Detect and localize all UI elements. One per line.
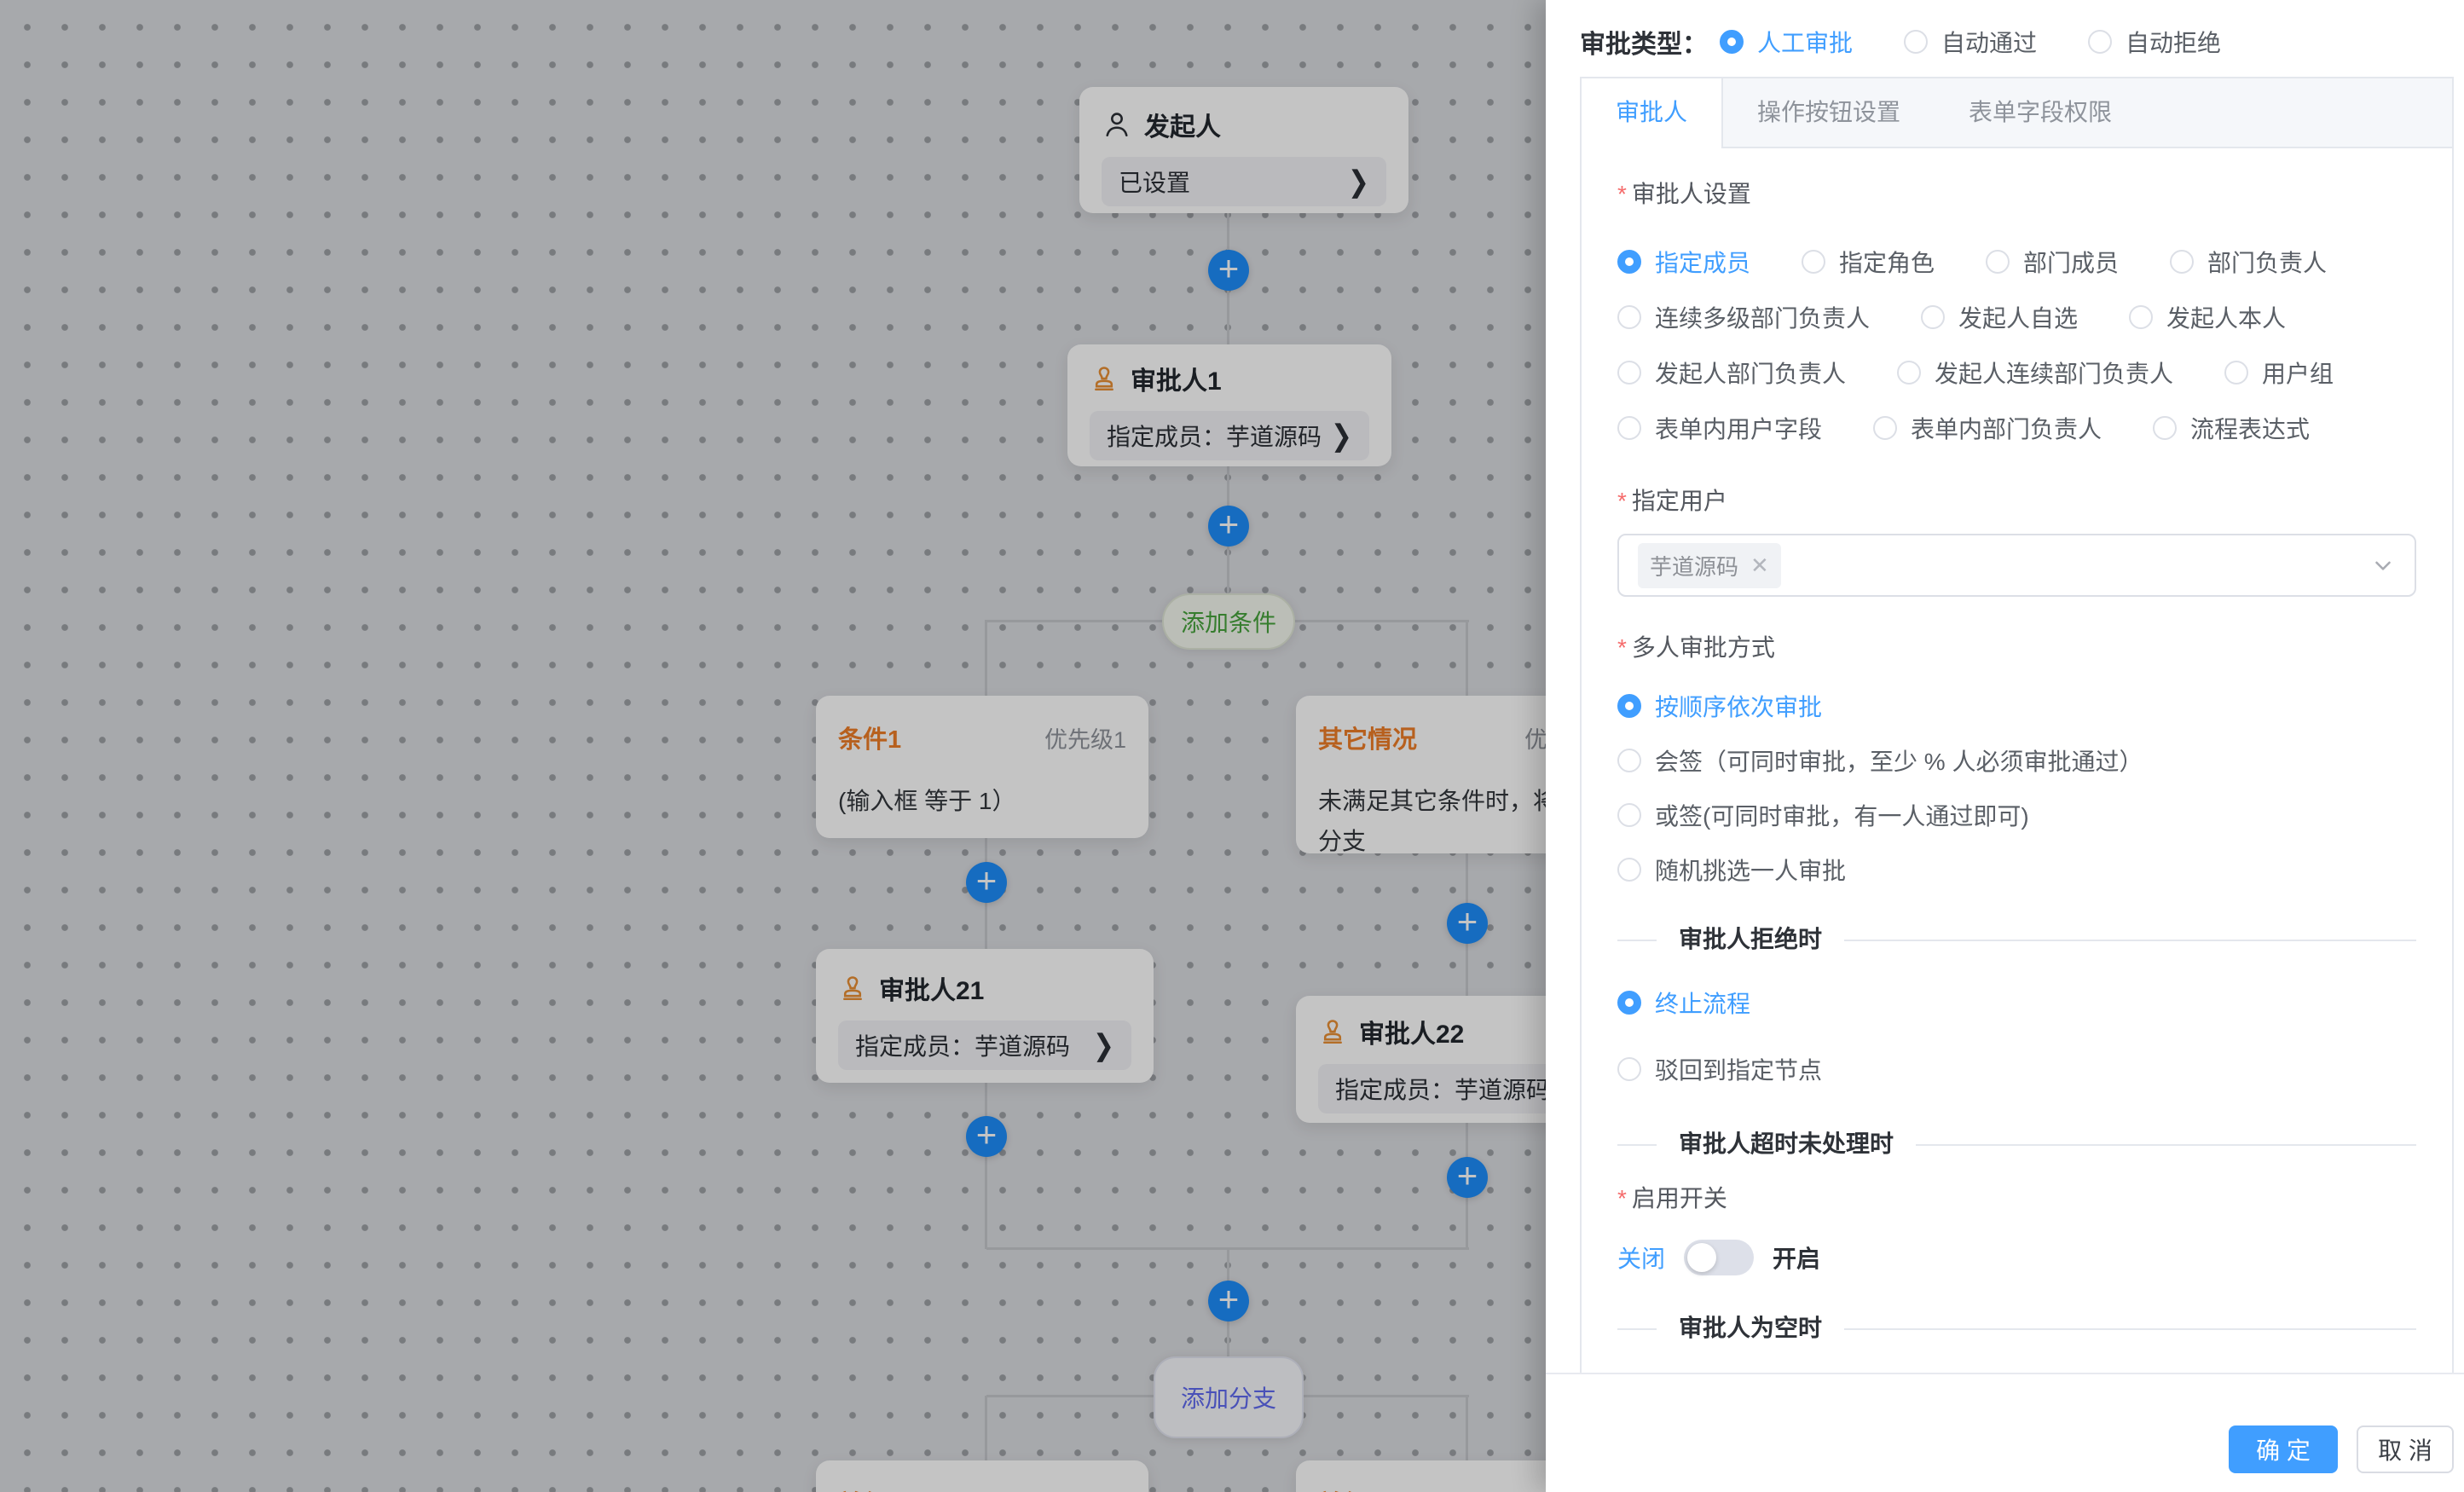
timeout-section-title: 审批人超时未处理时 [1657,1127,1916,1161]
radio-initiator-self[interactable]: 发起人本人 [2129,289,2286,344]
radio-circle-icon [1617,1057,1641,1081]
approver-setting-options: 指定成员 指定角色 部门成员 部门负责人 连续多级部门负责人 发起人自选 发起人… [1617,234,2416,455]
radio-circle-icon [1897,361,1921,385]
cancel-button[interactable]: 取 消 [2357,1425,2454,1473]
approve-type-row: 审批类型： 人工审批 自动通过 自动拒绝 [1580,14,2454,70]
assign-user-label: *指定用户 [1617,484,2416,518]
radio-circle-icon [1720,30,1744,54]
approver-setting-label: *审批人设置 [1617,177,2416,211]
radio-circle-icon [1986,250,2010,274]
radio-circle-icon [1802,250,1825,274]
approve-type-label: 审批类型： [1580,23,1708,61]
assign-user-select[interactable]: 芋道源码 ✕ [1617,534,2416,597]
switch-off-label: 关闭 [1617,1240,1665,1275]
enable-switch-label: *启用开关 [1617,1182,2416,1216]
tab-approver[interactable]: 审批人 [1582,78,1723,147]
timeout-switch-row: 关闭 开启 [1617,1240,2416,1275]
timeout-section-divider: 审批人超时未处理时 [1617,1144,2416,1146]
radio-user-group[interactable]: 用户组 [2224,344,2334,400]
tabs-header: 审批人 操作按钮设置 表单字段权限 [1582,78,2452,148]
radio-circle-icon [2224,361,2248,385]
radio-circle-icon [1617,991,1641,1015]
radio-dept-leader[interactable]: 部门负责人 [2170,234,2327,289]
radio-initiator-multi-dept-leader[interactable]: 发起人连续部门负责人 [1897,344,2173,400]
scroll-clip [1583,1342,2450,1373]
radio-multi-level-dept-leader[interactable]: 连续多级部门负责人 [1617,289,1870,344]
radio-form-user-field[interactable]: 表单内用户字段 [1617,400,1822,455]
reject-section-divider: 审批人拒绝时 [1617,940,2416,941]
switch-knob [1687,1243,1716,1272]
radio-designated-member[interactable]: 指定成员 [1617,234,1750,289]
radio-circle-icon [1921,305,1945,329]
timeout-enable-switch[interactable] [1684,1240,1754,1275]
switch-on-label: 开启 [1773,1240,1820,1275]
radio-circle-icon [2088,30,2112,54]
radio-circle-icon [1617,803,1641,827]
radio-return-to-node[interactable]: 驳回到指定节点 [1617,1042,2416,1096]
radio-form-dept-leader[interactable]: 表单内部门负责人 [1873,400,2102,455]
radio-initiator-choose[interactable]: 发起人自选 [1921,289,2078,344]
radio-countersign[interactable]: 会签（可同时审批，至少 % 人必须审批通过） [1617,733,2416,788]
radio-circle-icon [2153,416,2177,440]
multi-approve-label: *多人审批方式 [1617,631,2416,665]
approver-config-drawer: 审批类型： 人工审批 自动通过 自动拒绝 审批人 操作按钮设置 [1546,0,2464,1492]
multi-approve-options: 按顺序依次审批 会签（可同时审批，至少 % 人必须审批通过） 或签(可同时审批，… [1617,679,2416,897]
radio-manual-approve[interactable]: 人工审批 [1720,14,1853,70]
radio-circle-icon [1617,250,1641,274]
radio-circle-icon [1873,416,1897,440]
tab-panel-approver: *审批人设置 指定成员 指定角色 部门成员 部门负责人 连续多级部门负责人 发起… [1582,148,2452,1373]
radio-designated-role[interactable]: 指定角色 [1802,234,1935,289]
drawer-footer: 确 定 取 消 [1546,1373,2464,1492]
radio-auto-reject[interactable]: 自动拒绝 [2088,14,2221,70]
tab-button-settings[interactable]: 操作按钮设置 [1723,78,1935,147]
radio-circle-icon [1617,305,1641,329]
radio-circle-icon [2129,305,2153,329]
tab-form-field-permission[interactable]: 表单字段权限 [1935,78,2146,147]
radio-initiator-dept-leader[interactable]: 发起人部门负责人 [1617,344,1846,400]
workflow-designer: 发起人 已设置 ❯ + 审批人1 指定成员：芋道源码 ❯ + 添加条件 [0,0,2464,1492]
config-tabs-card: 审批人 操作按钮设置 表单字段权限 *审批人设置 指定成员 指定角色 部门成员 … [1580,77,2454,1373]
radio-circle-icon [1617,749,1641,772]
reject-options: 终止流程 驳回到指定节点 [1617,975,2416,1096]
empty-section-divider: 审批人为空时 [1617,1328,2416,1330]
radio-circle-icon [1617,858,1641,882]
radio-circle-icon [1617,694,1641,718]
empty-section-title: 审批人为空时 [1657,1311,1844,1345]
radio-terminate-process[interactable]: 终止流程 [1617,975,2416,1030]
radio-dept-member[interactable]: 部门成员 [1986,234,2119,289]
radio-circle-icon [1617,416,1641,440]
radio-sequential-approve[interactable]: 按顺序依次审批 [1617,679,2416,733]
confirm-button[interactable]: 确 定 [2229,1425,2338,1473]
radio-circle-icon [1617,361,1641,385]
radio-circle-icon [2170,250,2194,274]
radio-auto-pass[interactable]: 自动通过 [1904,14,2037,70]
radio-orsign[interactable]: 或签(可同时审批，有一人通过即可) [1617,788,2416,842]
tag-close-icon[interactable]: ✕ [1750,554,1769,576]
radio-process-expression[interactable]: 流程表达式 [2153,400,2310,455]
chevron-down-icon [2370,552,2396,578]
radio-circle-icon [1904,30,1928,54]
radio-random-one[interactable]: 随机挑选一人审批 [1617,842,2416,897]
reject-section-title: 审批人拒绝时 [1657,922,1844,957]
user-tag: 芋道源码 ✕ [1638,543,1781,588]
